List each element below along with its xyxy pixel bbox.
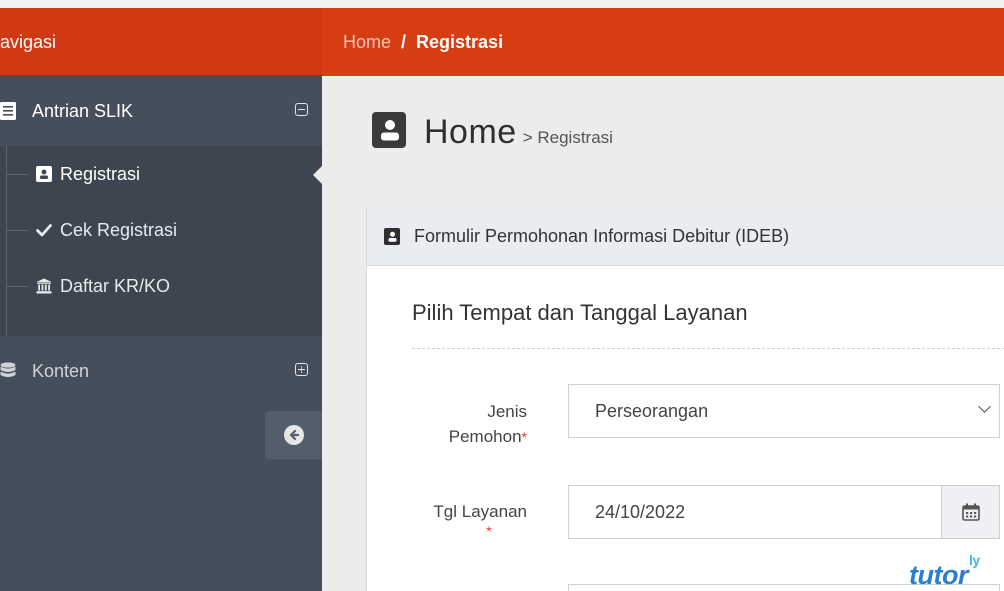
check-icon	[36, 224, 52, 237]
tgl-layanan-input[interactable]: 24/10/2022	[568, 485, 1000, 539]
top-strip	[0, 0, 1004, 8]
expand-plus-icon[interactable]	[295, 363, 308, 376]
sidebar-item-daftar-kr-ko[interactable]: Daftar KR/KO	[0, 258, 322, 314]
sidebar: avigasi Antrian SLIK Registrasi Cek Regi…	[0, 8, 322, 591]
label-line: Jenis	[487, 402, 527, 421]
page-title-main: Home	[424, 113, 517, 151]
tgl-layanan-value: 24/10/2022	[595, 501, 686, 522]
sidebar-item-label: Registrasi	[60, 163, 141, 184]
label-line: Pemohon*	[411, 425, 527, 450]
contact-card-icon	[384, 228, 400, 245]
arrow-left-circle-icon	[283, 425, 304, 445]
form-panel: Formulir Permohonan Informasi Debitur (I…	[366, 208, 1004, 591]
jenis-pemohon-select[interactable]: Perseorangan	[568, 384, 1000, 438]
sidebar-header: avigasi	[0, 8, 322, 76]
breadcrumb-home-link[interactable]: Home	[343, 32, 391, 53]
sidebar-item-cek-registrasi[interactable]: Cek Registrasi	[0, 202, 322, 258]
label-text: Tgl Layanan	[433, 502, 527, 521]
required-asterisk: *	[486, 522, 492, 539]
label-text: Pemohon	[448, 426, 522, 446]
breadcrumb-separator: /	[401, 31, 407, 52]
panel-header: Formulir Permohonan Informasi Debitur (I…	[367, 208, 1004, 266]
sidebar-item-registrasi[interactable]: Registrasi	[0, 146, 322, 202]
contact-card-icon	[36, 166, 52, 182]
list-icon	[0, 102, 16, 120]
jenis-pemohon-label: Jenis Pemohon*	[411, 400, 527, 449]
calendar-button[interactable]	[941, 486, 999, 538]
sidebar-item-label: Daftar KR/KO	[60, 275, 171, 296]
chevron-down-icon	[978, 400, 991, 413]
sidebar-item-label: Cek Registrasi	[60, 219, 178, 240]
section-divider	[412, 348, 1004, 349]
calendar-icon	[961, 503, 980, 521]
sidebar-group-label: Konten	[32, 360, 90, 381]
panel-title: Formulir Permohonan Informasi Debitur (I…	[414, 226, 790, 246]
jenis-pemohon-value: Perseorangan	[595, 400, 709, 421]
sidebar-collapse-button[interactable]	[265, 411, 322, 459]
sidebar-submenu: Registrasi Cek Registrasi Daftar KR/KO	[0, 146, 322, 336]
bank-icon	[36, 278, 52, 294]
watermark-text: tutor	[909, 560, 968, 590]
database-icon	[0, 362, 16, 377]
breadcrumb: Home / Registrasi	[322, 8, 1004, 76]
page-title-sub: > Registrasi	[522, 128, 613, 147]
section-title: Pilih Tempat dan Tanggal Layanan	[412, 300, 748, 325]
breadcrumb-current: Registrasi	[416, 31, 504, 52]
contact-card-icon	[372, 112, 406, 148]
sidebar-group-label: Antrian SLIK	[32, 100, 134, 121]
watermark-logo: tutorly	[909, 552, 980, 591]
watermark-sup: ly	[968, 552, 980, 568]
sidebar-group-antrian-slik[interactable]: Antrian SLIK	[0, 76, 322, 146]
collapse-minus-icon[interactable]	[295, 103, 308, 116]
page-title: Home > Registrasi	[372, 112, 613, 152]
sidebar-group-konten[interactable]: Konten	[0, 336, 322, 406]
required-asterisk: *	[521, 428, 527, 445]
tgl-layanan-label: Tgl Layanan *	[411, 500, 527, 537]
